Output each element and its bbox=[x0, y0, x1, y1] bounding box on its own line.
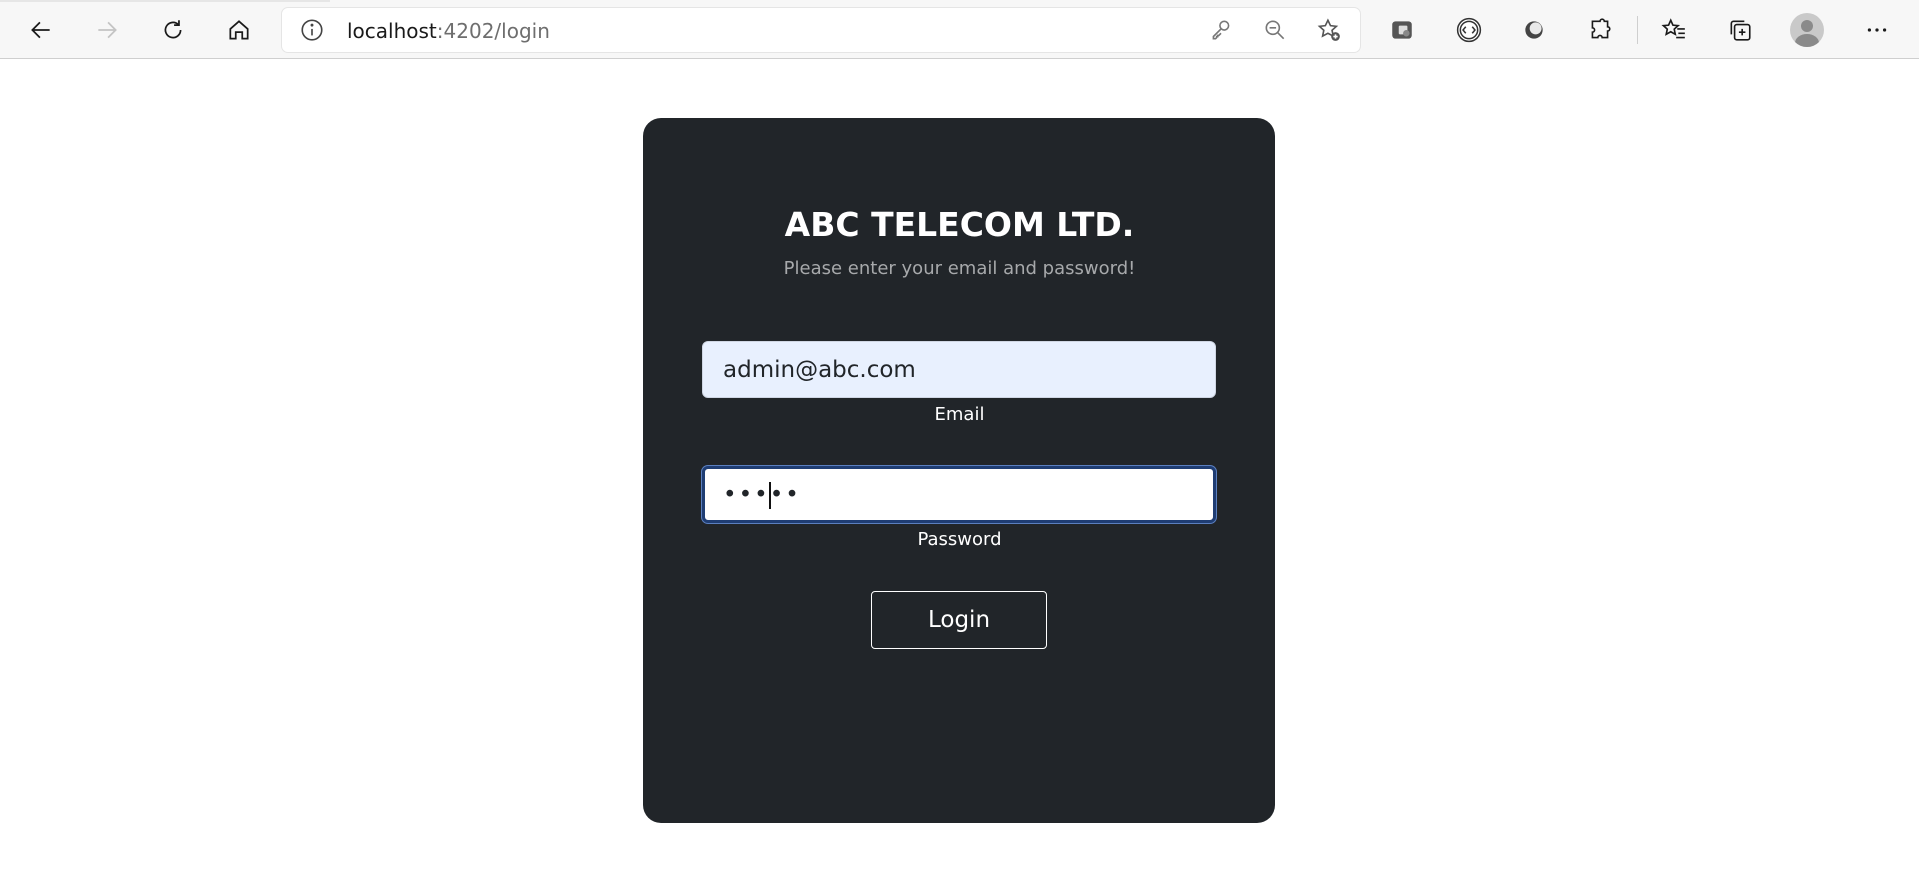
forward-button[interactable] bbox=[87, 10, 127, 50]
toolbar-divider bbox=[1637, 16, 1638, 44]
add-favorite-icon[interactable] bbox=[1316, 17, 1342, 43]
login-button[interactable]: Login bbox=[871, 591, 1047, 649]
email-field[interactable] bbox=[702, 341, 1216, 398]
circle-extension-icon bbox=[1525, 21, 1543, 39]
password-field[interactable] bbox=[702, 466, 1216, 523]
key-icon[interactable] bbox=[1208, 17, 1234, 43]
refresh-button[interactable] bbox=[153, 10, 193, 50]
home-button[interactable] bbox=[219, 10, 259, 50]
password-label: Password bbox=[917, 529, 1002, 550]
collections-button[interactable] bbox=[1720, 10, 1760, 50]
login-subtitle: Please enter your email and password! bbox=[783, 258, 1136, 279]
avatar-body bbox=[1795, 34, 1819, 47]
url-path: :4202/login bbox=[436, 19, 550, 43]
text-cursor bbox=[769, 482, 771, 509]
browser-toolbar: localhost:4202/login bbox=[0, 0, 1919, 59]
avatar-head bbox=[1801, 20, 1813, 32]
url-text[interactable]: localhost:4202/login bbox=[347, 19, 550, 43]
email-label: Email bbox=[934, 404, 985, 425]
back-arrow-icon bbox=[31, 21, 50, 39]
zoom-out-icon[interactable] bbox=[1262, 17, 1288, 43]
extension-icon bbox=[1392, 21, 1412, 39]
address-bar[interactable]: localhost:4202/login bbox=[282, 8, 1360, 52]
favorites-icon bbox=[1661, 18, 1685, 39]
more-button[interactable] bbox=[1857, 10, 1897, 50]
company-title: ABC TELECOM LTD. bbox=[784, 205, 1135, 244]
extension-button-3[interactable] bbox=[1514, 10, 1554, 50]
extensions-button[interactable] bbox=[1580, 10, 1620, 50]
extension-button-2[interactable] bbox=[1449, 10, 1489, 50]
url-host: localhost bbox=[347, 19, 437, 43]
extension-button-1[interactable] bbox=[1382, 10, 1422, 50]
devtools-icon bbox=[1456, 17, 1482, 43]
profile-icon[interactable] bbox=[1790, 13, 1824, 47]
refresh-icon bbox=[164, 20, 182, 39]
info-icon[interactable] bbox=[299, 17, 325, 43]
more-icon bbox=[1867, 28, 1887, 32]
tab-strip bbox=[0, 0, 330, 2]
puzzle-icon bbox=[1591, 18, 1611, 39]
home-icon bbox=[229, 20, 249, 40]
collections-icon bbox=[1730, 20, 1751, 41]
favorites-button[interactable] bbox=[1654, 10, 1694, 50]
back-button[interactable] bbox=[21, 10, 61, 50]
forward-arrow-icon bbox=[98, 21, 117, 39]
